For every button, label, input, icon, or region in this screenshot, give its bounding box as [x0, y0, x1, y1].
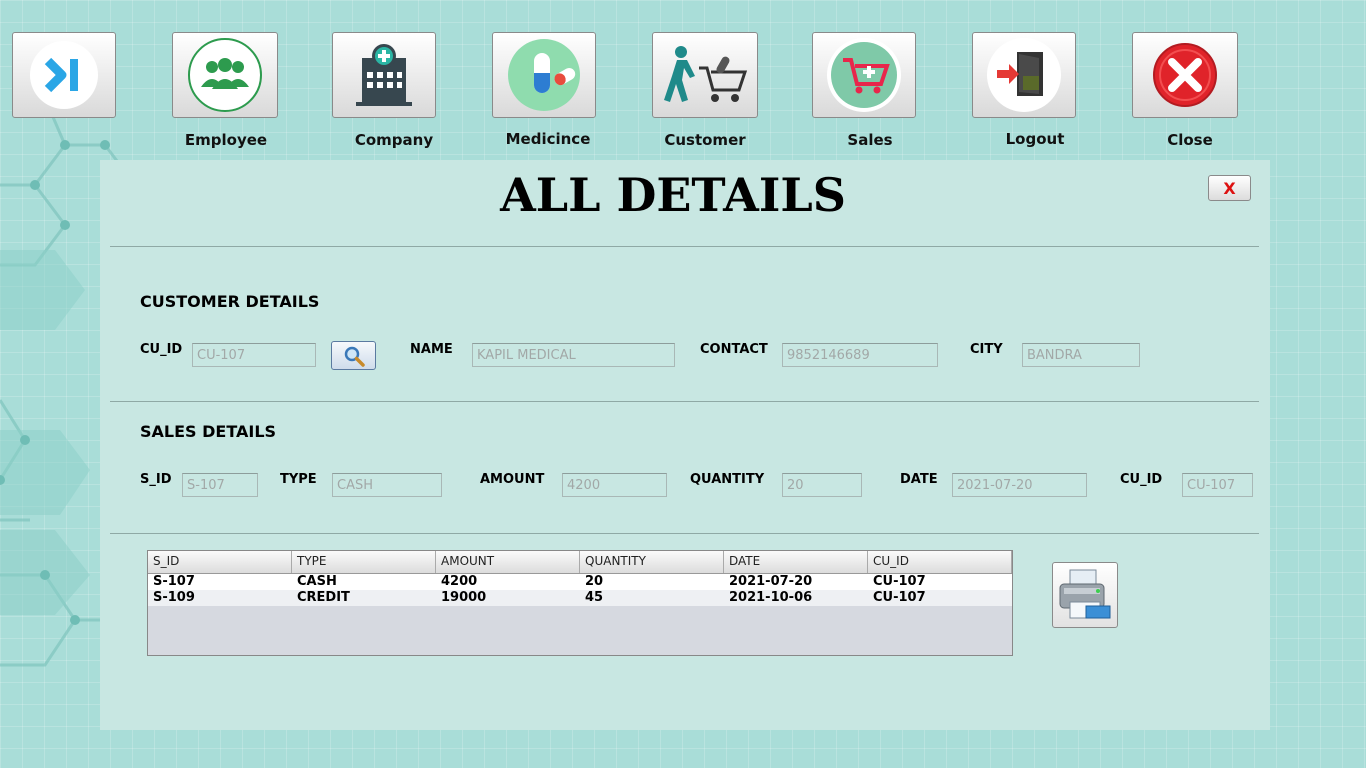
table-cell: S-109: [153, 590, 195, 605]
nav-label-close: Close: [1167, 131, 1213, 149]
sales-customer-id-field[interactable]: CU-107: [1182, 473, 1253, 497]
contact-label: CONTACT: [700, 342, 768, 357]
logout-button[interactable]: [972, 32, 1076, 118]
sales-type-field[interactable]: CASH: [332, 473, 442, 497]
column-header[interactable]: TYPE: [292, 551, 436, 573]
person-pushing-cart-icon: [664, 46, 748, 102]
search-button[interactable]: [331, 341, 376, 370]
page-title: ALL DETAILS: [500, 168, 846, 222]
s-id-label: S_ID: [140, 472, 172, 487]
table-cell: CU-107: [873, 590, 926, 605]
table-cell: 2021-10-06: [729, 590, 813, 605]
nav-label-customer: Customer: [664, 131, 746, 149]
table-cell: 19000: [441, 590, 487, 605]
table-row[interactable]: S-109 CREDIT 19000 45 2021-10-06 CU-107: [148, 590, 1012, 606]
column-header[interactable]: S_ID: [148, 551, 292, 573]
close-panel-button[interactable]: X: [1208, 175, 1251, 201]
divider: [110, 533, 1259, 534]
shopping-cart-icon: [827, 38, 901, 112]
sales-quantity-field[interactable]: 20: [782, 473, 862, 497]
sales-amount-field[interactable]: 4200: [562, 473, 667, 497]
name-label: NAME: [410, 342, 453, 357]
table-cell: CASH: [297, 574, 337, 589]
close-red-circle-icon: [1153, 43, 1217, 107]
quantity-label: QUANTITY: [690, 472, 765, 487]
divider: [110, 246, 1259, 247]
employees-group-icon: [188, 38, 262, 112]
column-header[interactable]: CU_ID: [868, 551, 1012, 573]
city-label: CITY: [970, 342, 1003, 357]
close-app-button[interactable]: [1132, 32, 1238, 118]
table-body: S-107 CASH 4200 20 2021-07-20 CU-107 S-1…: [148, 574, 1012, 606]
sales-button[interactable]: [812, 32, 916, 118]
table-cell: CU-107: [873, 574, 926, 589]
customer-id-field[interactable]: CU-107: [192, 343, 316, 367]
pill-capsule-icon: [508, 39, 580, 111]
table-cell: 20: [585, 574, 604, 589]
nav-label-logout: Logout: [1005, 130, 1065, 148]
collapse-button[interactable]: [12, 32, 116, 118]
sales-date-field[interactable]: 2021-07-20: [952, 473, 1087, 497]
close-icon: X: [1223, 178, 1236, 198]
table-cell: 2021-07-20: [729, 574, 813, 589]
employee-button[interactable]: [172, 32, 278, 118]
customer-city-field[interactable]: BANDRA: [1022, 343, 1140, 367]
table-cell: CREDIT: [297, 590, 350, 605]
cu-id-label: CU_ID: [140, 342, 183, 357]
column-header[interactable]: QUANTITY: [580, 551, 724, 573]
table-cell: S-107: [153, 574, 195, 589]
customer-details-heading: CUSTOMER DETAILS: [140, 292, 320, 311]
table-header: S_ID TYPE AMOUNT QUANTITY DATE CU_ID: [148, 551, 1012, 574]
sales-cu-id-label: CU_ID: [1120, 472, 1163, 487]
sales-table[interactable]: S_ID TYPE AMOUNT QUANTITY DATE CU_ID S-1…: [147, 550, 1013, 656]
nav-label-medicine: Medicince: [505, 130, 591, 148]
printer-icon: [1059, 569, 1111, 619]
sales-id-field[interactable]: S-107: [182, 473, 258, 497]
table-row[interactable]: S-107 CASH 4200 20 2021-07-20 CU-107: [148, 574, 1012, 590]
customer-contact-field[interactable]: 9852146689: [782, 343, 938, 367]
column-header[interactable]: DATE: [724, 551, 868, 573]
nav-label-company: Company: [354, 131, 434, 149]
divider: [110, 401, 1259, 402]
customer-button[interactable]: [652, 32, 758, 118]
table-cell: 45: [585, 590, 604, 605]
sales-details-heading: SALES DETAILS: [140, 422, 277, 441]
column-header[interactable]: AMOUNT: [436, 551, 580, 573]
skip-to-end-icon: [30, 41, 98, 109]
logout-door-icon: [987, 38, 1061, 112]
print-button[interactable]: [1052, 562, 1118, 628]
nav-label-employee: Employee: [184, 131, 268, 149]
customer-name-field[interactable]: KAPIL MEDICAL: [472, 343, 675, 367]
nav-label-sales: Sales: [847, 131, 893, 149]
type-label: TYPE: [280, 472, 317, 487]
date-label: DATE: [900, 472, 938, 487]
medicine-button[interactable]: [492, 32, 596, 118]
amount-label: AMOUNT: [480, 472, 545, 487]
table-cell: 4200: [441, 574, 478, 589]
search-icon: [344, 346, 365, 367]
hospital-building-icon: [356, 44, 412, 106]
company-button[interactable]: [332, 32, 436, 118]
